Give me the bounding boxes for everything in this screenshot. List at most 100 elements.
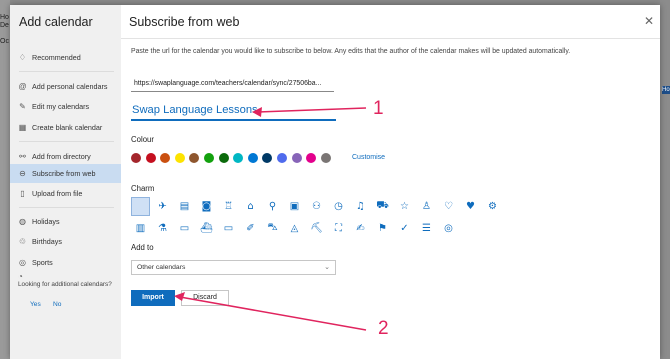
background-left: Ho De Oc	[0, 0, 10, 359]
charm-icon[interactable]: ♫	[351, 197, 370, 216]
charm-icon[interactable]: ⛟	[373, 197, 392, 216]
colour-swatch[interactable]	[189, 153, 200, 163]
charm-icon[interactable]: ▭	[175, 219, 194, 238]
sidebar-item-add-personal-calendars[interactable]: @ Add personal calendars	[10, 77, 121, 96]
charm-icon[interactable]: ▥	[131, 219, 150, 238]
discard-button[interactable]: Discard	[181, 290, 229, 306]
background-right: Ho	[660, 0, 670, 359]
sidebar-divider	[19, 71, 114, 72]
sidebar-item-holidays[interactable]: ◍ Holidays	[10, 212, 121, 231]
charm-icon[interactable]: ⌂	[241, 197, 260, 216]
sidebar-item-label: Add personal calendars	[32, 82, 108, 91]
add-to-value: Other calendars	[137, 264, 186, 271]
colour-swatch[interactable]	[174, 153, 185, 163]
sidebar-item-label: Birthdays	[32, 237, 62, 246]
charm-icon[interactable]: ⛶	[329, 219, 348, 238]
charm-icon[interactable]: ⚲	[263, 197, 282, 216]
colour-swatch[interactable]	[233, 153, 244, 163]
colour-swatch[interactable]	[145, 153, 156, 163]
sidebar-title: Add calendar	[19, 15, 93, 29]
charm-icon[interactable]: ♖	[219, 197, 238, 216]
chevron-down-icon: ⌄	[324, 263, 330, 271]
sidebar-item-create-blank-calendar[interactable]: ▦ Create blank calendar	[10, 118, 121, 137]
charm-icon[interactable]: ◙	[197, 197, 216, 216]
sidebar-item-sports[interactable]: ◎ Sports	[10, 253, 121, 272]
at-icon: @	[18, 82, 27, 91]
charm-icon[interactable]: ◬	[285, 219, 304, 238]
annotation-number-1: 1	[373, 98, 384, 119]
charm-icon[interactable]: ♥	[461, 197, 480, 216]
charm-icon[interactable]: ☰	[417, 219, 436, 238]
charm-icon[interactable]: ◷	[329, 197, 348, 216]
sidebar-divider	[19, 207, 114, 208]
colour-swatch[interactable]	[291, 153, 302, 163]
lightbulb-icon: ♢	[18, 53, 27, 62]
colour-swatch[interactable]	[131, 153, 141, 163]
add-calendar-dialog: Add calendar ♢ Recommended @ Add persona…	[10, 5, 660, 359]
charm-icon[interactable]: ✓	[395, 219, 414, 238]
charm-icon[interactable]: ▭	[219, 219, 238, 238]
colour-swatch[interactable]	[277, 153, 287, 163]
background-text: Oc	[0, 38, 9, 45]
looking-for-calendars: ◔ Looking for additional calendars?	[18, 273, 116, 289]
sidebar-item-label: Upload from file	[32, 189, 83, 198]
customise-link[interactable]: Customise	[352, 154, 385, 161]
charm-icon[interactable]: ⛍	[263, 219, 282, 238]
charm-icon[interactable]: ♡	[439, 197, 458, 216]
lightbulb-icon: ◔	[18, 272, 23, 281]
annotation-number-2: 2	[378, 318, 389, 339]
charm-icon[interactable]: ✐	[241, 219, 260, 238]
colour-swatch[interactable]	[262, 153, 273, 163]
sidebar-item-label: Create blank calendar	[32, 123, 103, 132]
calendar-name-input[interactable]: Swap Language Lessons	[131, 102, 336, 121]
sidebar-item-label: Holidays	[32, 217, 60, 226]
close-icon[interactable]: ✕	[644, 14, 654, 28]
colour-swatch[interactable]	[320, 153, 331, 163]
charm-icon[interactable]: ▣	[285, 197, 304, 216]
sidebar-item-upload-from-file[interactable]: ▯ Upload from file	[10, 184, 121, 203]
charm-none-selected[interactable]	[131, 197, 150, 216]
sidebar-divider	[19, 141, 114, 142]
background-badge: Ho	[662, 86, 670, 94]
add-to-select[interactable]: Other calendars ⌄	[131, 260, 336, 275]
charm-icon[interactable]: ⚗	[153, 219, 172, 238]
charm-icon[interactable]: ☆	[395, 197, 414, 216]
colour-swatch[interactable]	[247, 153, 258, 163]
charm-icon[interactable]: ⚙	[483, 197, 502, 216]
cake-icon: ♲	[18, 237, 27, 246]
url-input[interactable]: https://swaplanguage.com/teachers/calend…	[131, 77, 334, 92]
sidebar-item-birthdays[interactable]: ♲ Birthdays	[10, 232, 121, 251]
charm-icon[interactable]: ⛏	[307, 219, 326, 238]
add-to-label: Add to	[131, 243, 154, 252]
sidebar-item-subscribe-from-web[interactable]: ⊖ Subscribe from web	[10, 164, 121, 183]
sidebar-item-edit-my-calendars[interactable]: ✎ Edit my calendars	[10, 97, 121, 116]
charm-label: Charm	[131, 184, 155, 193]
no-link[interactable]: No	[53, 301, 61, 308]
colour-swatch[interactable]	[160, 153, 171, 163]
sidebar-item-label: Recommended	[32, 53, 81, 62]
calendar-icon: ▦	[18, 123, 27, 132]
background-text: Ho	[0, 14, 9, 21]
sidebar: Add calendar ♢ Recommended @ Add persona…	[10, 5, 121, 359]
main-panel: Subscribe from web ✕ Paste the url for t…	[121, 5, 660, 359]
charm-icon[interactable]: ✈	[153, 197, 172, 216]
charm-icon[interactable]: ⚇	[307, 197, 326, 216]
charm-icon[interactable]: ⚑	[373, 219, 392, 238]
sidebar-item-label: Add from directory	[32, 152, 91, 161]
charm-icon[interactable]: ✍	[351, 219, 370, 238]
sidebar-item-label: Subscribe from web	[32, 169, 96, 178]
description: Paste the url for the calendar you would…	[131, 48, 571, 55]
charm-icon[interactable]: ♙	[417, 197, 436, 216]
file-icon: ▯	[20, 189, 25, 198]
globe-icon: ◍	[19, 217, 26, 226]
import-button[interactable]: Import	[131, 290, 175, 306]
sidebar-item-recommended[interactable]: ♢ Recommended	[10, 48, 121, 67]
yes-link[interactable]: Yes	[30, 301, 41, 308]
colour-swatch[interactable]	[306, 153, 317, 163]
page-title: Subscribe from web	[129, 15, 240, 29]
charm-icon[interactable]: ◎	[439, 219, 458, 238]
charm-icon[interactable]: ▤	[175, 197, 194, 216]
colour-swatch[interactable]	[218, 153, 229, 163]
colour-swatch[interactable]	[204, 153, 214, 163]
charm-icon[interactable]: ⛴	[197, 219, 216, 238]
